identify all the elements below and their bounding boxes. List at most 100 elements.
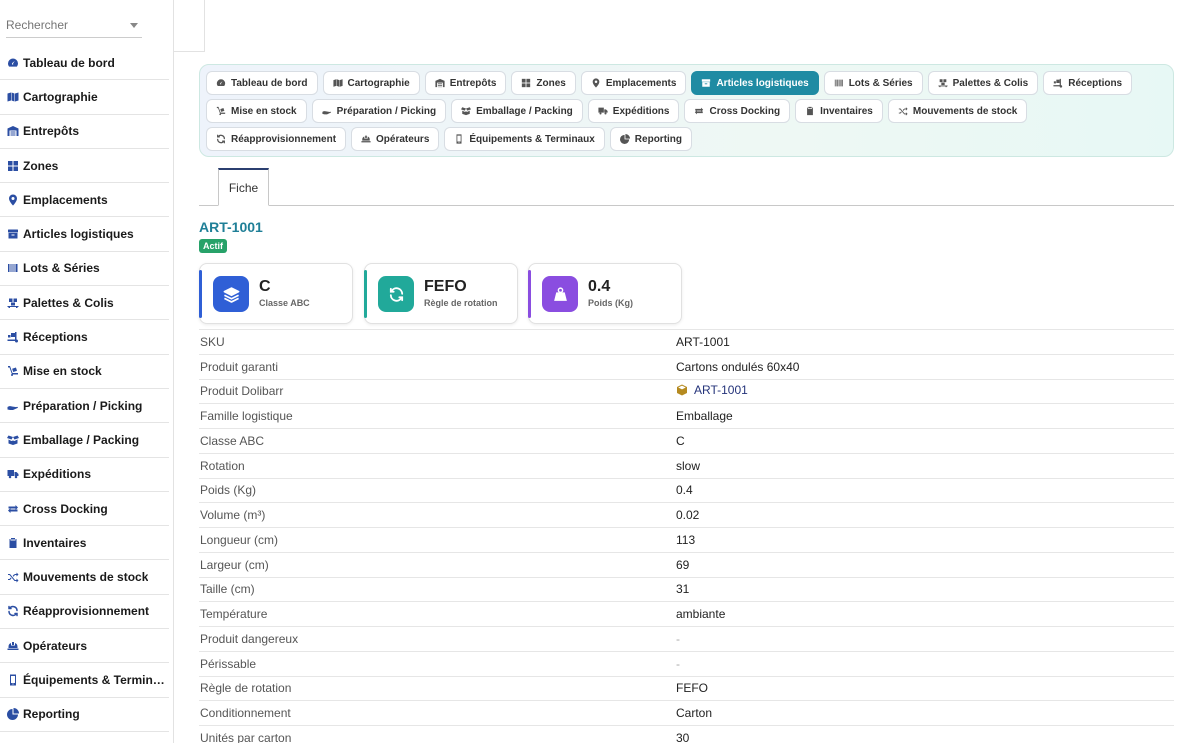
dolly-icon xyxy=(6,365,19,377)
sidebar-item-reapprovisionnement[interactable]: Réapprovisionnement xyxy=(0,595,169,630)
sidebar-item-label: Mise en stock xyxy=(23,364,102,379)
sidebar-item-zones[interactable]: Zones xyxy=(0,149,169,184)
sidebar-item-inventaires[interactable]: Inventaires xyxy=(0,526,169,561)
sidebar-item-label: Tableau de bord xyxy=(23,55,115,70)
layers-icon xyxy=(213,276,249,312)
tab-palettes-colis[interactable]: Palettes & Colis xyxy=(927,71,1039,95)
tab-fiche[interactable]: Fiche xyxy=(218,168,269,206)
sidebar-item-operateurs[interactable]: Opérateurs xyxy=(0,629,169,664)
tab-articles-logistiques[interactable]: Articles logistiques xyxy=(691,71,819,95)
field-label: Rotation xyxy=(199,452,676,478)
tab-entrepots[interactable]: Entrepôts xyxy=(424,71,507,95)
tab-receptions[interactable]: Réceptions xyxy=(1043,71,1133,95)
tab-preparation-picking[interactable]: Préparation / Picking xyxy=(311,99,447,123)
sidebar-item-label: Équipements & Terminaux xyxy=(23,672,169,687)
sidebar-item-entrepots[interactable]: Entrepôts xyxy=(0,115,169,149)
sync-icon xyxy=(216,134,226,144)
tab-label: Opérateurs xyxy=(376,133,430,145)
tab-zones[interactable]: Zones xyxy=(511,71,576,95)
chevron-down-icon[interactable] xyxy=(130,23,138,28)
field-label: Famille logistique xyxy=(199,403,676,429)
table-row: Largeur (cm) 69 xyxy=(199,551,1174,577)
field-value: ambiante xyxy=(676,601,1174,627)
kpi-value: FEFO xyxy=(424,278,467,295)
cube-icon xyxy=(676,384,688,396)
tab-lots-series[interactable]: Lots & Séries xyxy=(823,71,923,95)
tab-cartographie[interactable]: Cartographie xyxy=(322,71,420,95)
sidebar-item-equipements-terminaux[interactable]: Équipements & Terminaux xyxy=(0,663,169,698)
kpi-label: Classe ABC xyxy=(259,298,310,308)
tab-tableau-de-bord[interactable]: Tableau de bord xyxy=(206,71,318,95)
sidebar-item-articles-logistiques[interactable]: Articles logistiques xyxy=(0,217,169,252)
map-icon xyxy=(6,91,19,103)
tab-label: Inventaires xyxy=(820,105,873,117)
field-value: ART-1001 xyxy=(676,378,1174,404)
sidebar-item-cartographie[interactable]: Cartographie xyxy=(0,80,169,115)
tab-equipements-terminaux[interactable]: Équipements & Terminaux xyxy=(444,127,605,151)
map-pin-icon xyxy=(591,78,601,88)
sidebar-item-tableau-de-bord[interactable]: Tableau de bord xyxy=(0,46,169,81)
pie-chart-icon xyxy=(6,708,19,721)
sidebar-item-emplacements[interactable]: Emplacements xyxy=(0,183,169,218)
field-value: 31 xyxy=(676,576,1174,602)
tab-emballage-packing[interactable]: Emballage / Packing xyxy=(451,99,583,123)
tab-mouvements-de-stock[interactable]: Mouvements de stock xyxy=(887,99,1028,123)
tab-label: Expéditions xyxy=(612,105,670,117)
table-row: Produit garanti Cartons ondulés 60x40 xyxy=(199,353,1174,379)
kpi-value: 0.4 xyxy=(588,278,611,295)
kpi-value: C xyxy=(259,278,271,295)
field-value: Carton xyxy=(676,700,1174,726)
tab-emplacements[interactable]: Emplacements xyxy=(580,71,687,95)
search-box[interactable] xyxy=(6,14,142,38)
tab-label: Reporting xyxy=(634,133,683,145)
sidebar-item-label: Articles logistiques xyxy=(23,227,134,242)
dolly-icon xyxy=(216,106,226,116)
truck-icon xyxy=(598,106,608,116)
sidebar-item-reporting[interactable]: Reporting xyxy=(0,698,169,732)
field-label: Unités par carton xyxy=(199,725,676,743)
field-value: 0.4 xyxy=(676,477,1174,503)
hand-icon xyxy=(322,106,332,116)
sync-icon xyxy=(378,276,414,312)
sidebar-item-mouvements-de-stock[interactable]: Mouvements de stock xyxy=(0,560,169,595)
table-row: Famille logistique Emballage xyxy=(199,403,1174,429)
sidebar-item-label: Emplacements xyxy=(23,192,108,207)
sidebar-item-emballage-packing[interactable]: Emballage / Packing xyxy=(0,423,169,458)
map-pin-icon xyxy=(6,194,19,206)
sidebar-item-cross-docking[interactable]: Cross Docking xyxy=(0,492,169,527)
sidebar-item-label: Opérateurs xyxy=(23,638,88,653)
grid-icon xyxy=(6,160,19,172)
hard-hat-icon xyxy=(361,134,371,144)
field-value: slow xyxy=(676,452,1174,478)
tab-inventaires[interactable]: Inventaires xyxy=(795,99,883,123)
sidebar-item-palettes-colis[interactable]: Palettes & Colis xyxy=(0,286,169,321)
table-row: Conditionnement Carton xyxy=(199,700,1174,726)
field-label: Conditionnement xyxy=(199,700,676,726)
tab-cross-docking[interactable]: Cross Docking xyxy=(684,99,791,123)
tab-reporting[interactable]: Reporting xyxy=(609,127,693,151)
tab-mise-en-stock[interactable]: Mise en stock xyxy=(206,99,307,123)
sidebar-item-label: Préparation / Picking xyxy=(23,398,143,413)
tab-operateurs[interactable]: Opérateurs xyxy=(351,127,440,151)
tab-label: Cartographie xyxy=(347,77,410,89)
table-row: Température ambiante xyxy=(199,601,1174,627)
sidebar-item-lots-series[interactable]: Lots & Séries xyxy=(0,252,169,287)
sidebar-item-expeditions[interactable]: Expéditions xyxy=(0,458,169,492)
tab-reapprovisionnement[interactable]: Réapprovisionnement xyxy=(206,127,347,151)
sidebar-item-receptions[interactable]: Réceptions xyxy=(0,320,169,355)
table-row: Périssable - xyxy=(199,650,1174,676)
sidebar-item-preparation-picking[interactable]: Préparation / Picking xyxy=(0,389,169,424)
field-value: Cartons ondulés 60x40 xyxy=(676,353,1174,379)
table-row: Poids (Kg) 0.4 xyxy=(199,477,1174,503)
field-value: 0.02 xyxy=(676,502,1174,528)
search-input[interactable] xyxy=(6,14,126,36)
product-link[interactable]: ART-1001 xyxy=(676,383,748,397)
tab-expeditions[interactable]: Expéditions xyxy=(587,99,680,123)
sidebar-nav: Tableau de bord Cartographie Entrepôts Zone… xyxy=(0,46,169,732)
sidebar-item-mise-en-stock[interactable]: Mise en stock xyxy=(0,355,169,389)
field-value: FEFO xyxy=(676,675,1174,701)
tab-label: Réapprovisionnement xyxy=(231,133,337,145)
module-tabbar: Tableau de bord Cartographie Entrepôts Zone… xyxy=(199,64,1174,157)
tab-label: Entrepôts xyxy=(449,77,497,89)
field-label: Poids (Kg) xyxy=(199,477,676,503)
